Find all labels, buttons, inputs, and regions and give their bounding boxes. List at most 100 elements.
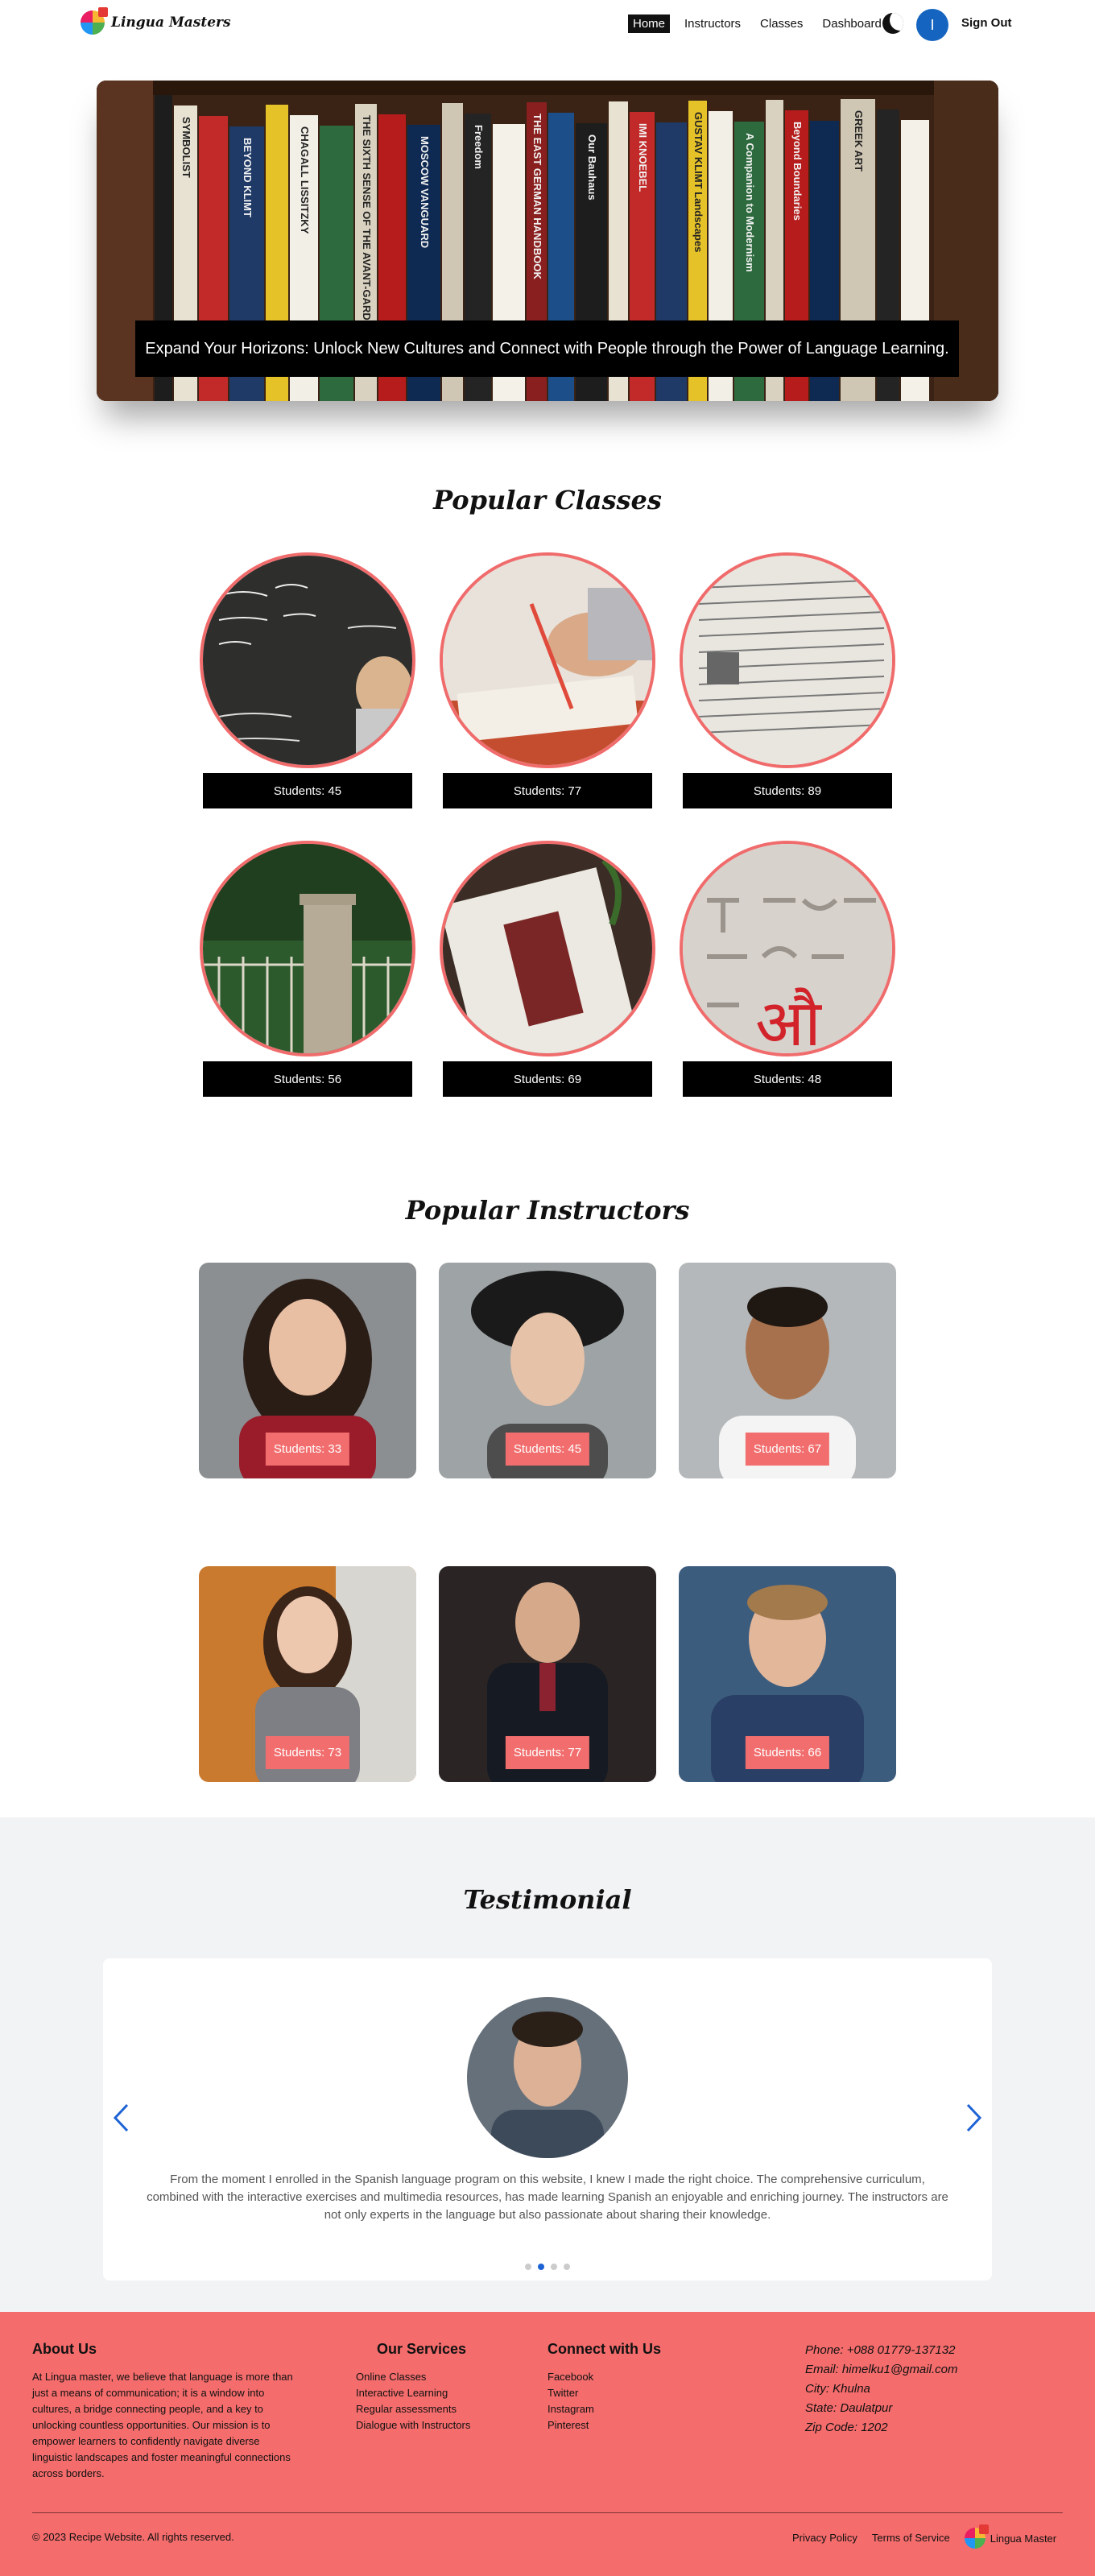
class-students-count: Students: 89	[683, 773, 892, 808]
user-avatar[interactable]: I	[916, 9, 948, 41]
class-image	[680, 552, 895, 768]
footer-email: Email: himelku1@gmail.com	[805, 2363, 958, 2376]
instructor-card[interactable]: Students: 67	[679, 1263, 896, 1478]
book-spine-title: MOSCOW VANGUARD	[419, 136, 431, 248]
class-card[interactable]: Students: 56	[200, 841, 415, 1097]
testimonial-card: From the moment I enrolled in the Spanis…	[103, 1958, 992, 2280]
brand-logo[interactable]: Lingua Masters	[81, 7, 231, 35]
svg-text:औ: औ	[755, 986, 822, 1056]
footer-copyright: © 2023 Recipe Website. All rights reserv…	[32, 2531, 234, 2543]
footer-services-title: Our Services	[377, 2341, 467, 2357]
footer-about-text: At Lingua master, we believe that langua…	[32, 2371, 293, 2479]
carousel-dot[interactable]	[564, 2264, 570, 2270]
instructor-card[interactable]: Students: 45	[439, 1263, 656, 1478]
book-spine-title: SYMBOLIST	[180, 117, 192, 178]
nav-instructors-link[interactable]: Instructors	[680, 14, 746, 33]
class-image	[200, 552, 415, 768]
footer-city: City: Khulna	[805, 2382, 870, 2396]
footer-service-link[interactable]: Regular assessments	[356, 2401, 470, 2417]
instructor-students-badge: Students: 67	[745, 1433, 830, 1466]
footer-phone: Phone: +088 01779-137132	[805, 2343, 956, 2357]
site-footer: About Us At Lingua master, we believe th…	[0, 2312, 1095, 2576]
sign-out-button[interactable]: Sign Out	[961, 16, 1012, 30]
nav-links: Home Instructors Classes Dashboard	[628, 14, 886, 33]
book-spine-title: Beyond Boundaries	[791, 122, 804, 221]
class-students-count: Students: 48	[683, 1061, 892, 1097]
brand-name: Lingua Masters	[111, 14, 231, 31]
class-image	[440, 552, 655, 768]
instructor-students-badge: Students: 77	[505, 1736, 590, 1769]
instructor-students-badge: Students: 73	[265, 1736, 350, 1769]
footer-contact: Phone: +088 01779-137132 Email: himelku1…	[805, 2341, 957, 2437]
instructor-students-badge: Students: 45	[505, 1433, 590, 1466]
logo-icon	[964, 2524, 989, 2549]
book-spine-title: BEYOND KLIMT	[242, 138, 254, 217]
carousel-dot[interactable]	[525, 2264, 531, 2270]
footer-about: About Us At Lingua master, we believe th…	[32, 2341, 298, 2482]
footer-zip: Zip Code: 1202	[805, 2421, 888, 2434]
class-image	[440, 841, 655, 1056]
class-students-count: Students: 77	[443, 773, 652, 808]
class-card[interactable]: Students: 45	[200, 552, 415, 808]
book-spine-title: A Companion to Modernism	[744, 133, 756, 272]
testimonial-quote: From the moment I enrolled in the Spanis…	[147, 2173, 948, 2222]
carousel-next-icon[interactable]	[966, 2103, 982, 2132]
nav-classes-link[interactable]: Classes	[755, 14, 808, 33]
carousel-pagination	[525, 2264, 570, 2270]
instructor-card[interactable]: Students: 73	[199, 1566, 416, 1782]
instructors-title: Popular Instructors	[405, 1195, 690, 1226]
class-card[interactable]: Students: 77	[440, 552, 655, 808]
book-spine-title: GUSTAV KLIMT Landscapes	[692, 112, 705, 252]
classes-title: Popular Classes	[433, 485, 662, 515]
instructor-students-badge: Students: 33	[265, 1433, 350, 1466]
class-card[interactable]: Students: 69	[440, 841, 655, 1097]
terms-of-service-link[interactable]: Terms of Service	[872, 2530, 950, 2546]
dark-mode-toggle-icon[interactable]	[882, 13, 903, 34]
top-nav: Lingua Masters Home Instructors Classes …	[0, 0, 1095, 50]
book-spine-title: GREEK ART	[853, 110, 865, 172]
class-students-count: Students: 56	[203, 1061, 412, 1097]
hero-caption: Expand Your Horizons: Unlock New Culture…	[135, 320, 959, 377]
footer-services: Our Services Online Classes Interactive …	[356, 2341, 470, 2433]
carousel-prev-icon[interactable]	[113, 2103, 129, 2132]
nav-dashboard-link[interactable]: Dashboard	[817, 14, 886, 33]
instructor-students-badge: Students: 66	[745, 1736, 830, 1769]
footer-about-title: About Us	[32, 2341, 97, 2357]
book-spine-title: Our Bauhaus	[586, 134, 598, 201]
class-card[interactable]: Students: 89	[680, 552, 895, 808]
hero-banner: SYMBOLIST BEYOND KLIMT CHAGALL LISSITZKY TH…	[97, 81, 998, 401]
footer-brand[interactable]: Lingua Master	[964, 2524, 1057, 2549]
testimonial-avatar	[467, 1997, 628, 2158]
book-spine-title: IMI KNOEBEL	[637, 123, 649, 192]
book-spine-title: Freedom	[473, 125, 485, 169]
class-card[interactable]: औ Students: 48	[680, 841, 895, 1097]
footer-facebook-link[interactable]: Facebook	[548, 2369, 661, 2385]
instructor-card[interactable]: Students: 66	[679, 1566, 896, 1782]
nav-home-link[interactable]: Home	[628, 14, 671, 33]
carousel-dot[interactable]	[551, 2264, 557, 2270]
footer-state: State: Daulatpur	[805, 2401, 893, 2415]
footer-service-link[interactable]: Dialogue with Instructors	[356, 2417, 470, 2433]
class-students-count: Students: 45	[203, 773, 412, 808]
book-spine-title: THE SIXTH SENSE OF THE AVANT-GARDE	[361, 115, 373, 328]
book-spine-title: CHAGALL LISSITZKY	[299, 126, 311, 234]
carousel-dot-active[interactable]	[538, 2264, 544, 2270]
footer-connect-title: Connect with Us	[548, 2341, 662, 2357]
instructor-card[interactable]: Students: 77	[439, 1566, 656, 1782]
class-students-count: Students: 69	[443, 1061, 652, 1097]
logo-icon	[81, 7, 108, 35]
footer-service-link[interactable]: Online Classes	[356, 2369, 470, 2385]
privacy-policy-link[interactable]: Privacy Policy	[792, 2530, 857, 2546]
instructor-card[interactable]: Students: 33	[199, 1263, 416, 1478]
footer-connect: Connect with Us Facebook Twitter Instagr…	[548, 2341, 661, 2433]
testimonial-title: Testimonial	[463, 1884, 632, 1915]
class-image	[200, 841, 415, 1056]
footer-pinterest-link[interactable]: Pinterest	[548, 2417, 661, 2433]
footer-instagram-link[interactable]: Instagram	[548, 2401, 661, 2417]
class-image: औ	[680, 841, 895, 1056]
footer-brand-name: Lingua Master	[990, 2532, 1057, 2545]
book-spine-title: THE EAST GERMAN HANDBOOK	[531, 114, 543, 279]
footer-legal: Privacy Policy Terms of Service Lingua M…	[792, 2524, 1057, 2549]
footer-twitter-link[interactable]: Twitter	[548, 2385, 661, 2401]
footer-service-link[interactable]: Interactive Learning	[356, 2385, 470, 2401]
